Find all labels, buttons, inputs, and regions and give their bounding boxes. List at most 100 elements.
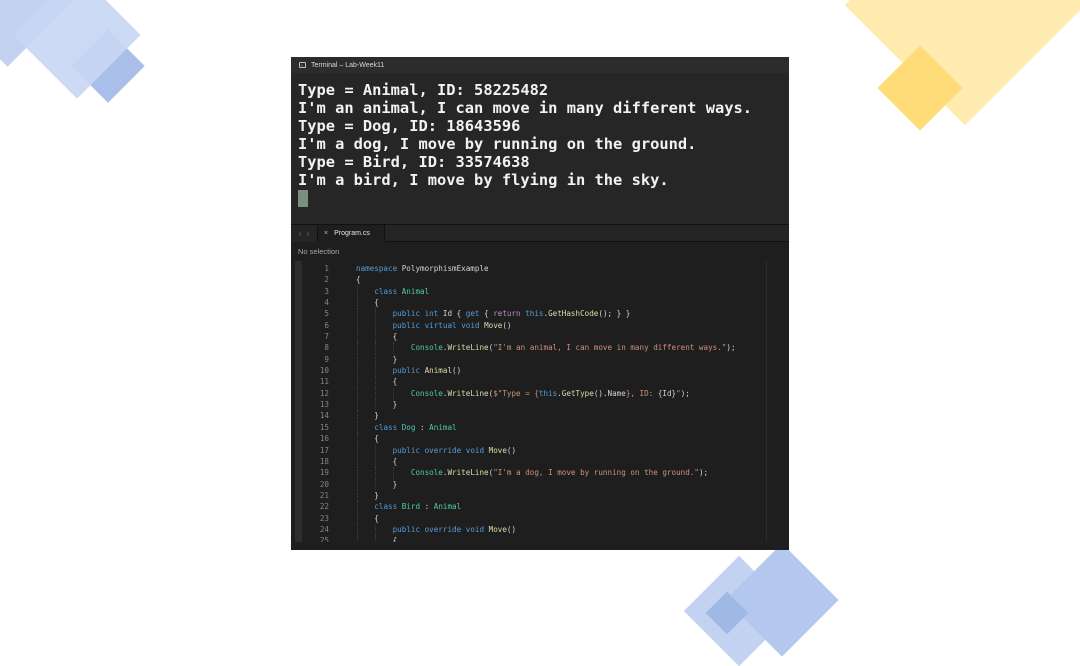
line-number: 9 (324, 354, 329, 364)
line-number: 16 (319, 434, 329, 444)
jump-bar-label: No selection (298, 247, 340, 256)
indent-guide (375, 331, 377, 343)
line-number: 10 (319, 366, 329, 376)
editor-tab-bar: ‹ › × Program.cs (291, 224, 789, 242)
line-number: 22 (319, 502, 329, 512)
line-number: 25 (319, 536, 329, 542)
indent-guide (357, 399, 358, 411)
code-text: class Bird : Animal (374, 502, 462, 512)
terminal-line: Type = Animal, ID: 58225482 (298, 81, 549, 99)
line-number: 1 (324, 264, 329, 273)
code-line: 21 } (291, 489, 379, 502)
code-text: { (356, 332, 398, 342)
indent-guide (375, 365, 377, 377)
line-number: 3 (324, 286, 329, 296)
indent-guide (393, 387, 395, 400)
line-number: 12 (319, 388, 329, 398)
indent-guide (375, 444, 377, 456)
forward-arrow-icon[interactable]: › (307, 229, 310, 238)
code-text: public virtual void Move() (392, 320, 512, 330)
code-text: namespace PolymorphismExample (356, 264, 489, 273)
editor-divider (766, 261, 767, 542)
code-line: 14 } (291, 410, 379, 422)
code-line: 25 { (291, 535, 397, 542)
indent-guide (357, 331, 358, 343)
code-editor[interactable]: 1 namespace PolymorphismExample 2{3 class … (291, 261, 789, 542)
indent-guide (357, 365, 358, 377)
code-text: public int Id { get { return this.GetHas… (392, 309, 631, 319)
line-number: 21 (319, 490, 329, 500)
indent-guide (375, 342, 377, 354)
indent-guide (375, 387, 377, 400)
code-line: 18 { (291, 455, 397, 468)
line-number: 19 (319, 468, 329, 478)
indent-guide (357, 433, 358, 445)
code-line: 8 Console.WriteLine("I'm an animal, I ca… (291, 342, 736, 354)
line-number: 13 (319, 400, 329, 410)
code-text: public Animal() (392, 366, 462, 376)
code-text: { (356, 434, 379, 444)
screenshot-panel: ›_ Terminal – Lab-Week11 Type = Animal, … (291, 57, 789, 550)
indent-guide (357, 489, 358, 502)
code-text: public override void Move() (392, 524, 517, 534)
code-line: 6 public virtual void Move() (291, 319, 512, 332)
indent-guide (375, 535, 377, 542)
indent-guide (375, 376, 377, 388)
code-text: } (356, 479, 398, 489)
code-text: { (356, 456, 398, 466)
code-line: 10 public Animal() (291, 365, 461, 377)
terminal-line: I'm a bird, I move by flying in the sky. (298, 171, 669, 189)
code-line: 11 { (291, 376, 397, 388)
back-arrow-icon[interactable]: ‹ (299, 229, 302, 238)
indent-guide (375, 399, 377, 411)
jump-bar[interactable]: No selection (291, 242, 789, 261)
code-text: { (356, 298, 379, 308)
code-line: 3 class Animal (291, 285, 429, 298)
line-number: 20 (319, 479, 329, 489)
line-number: 18 (319, 456, 329, 466)
indent-guide (357, 342, 358, 354)
terminal-output[interactable]: Type = Animal, ID: 58225482 I'm an anima… (291, 73, 789, 224)
indent-guide (357, 421, 358, 434)
code-line: 2{ (291, 274, 360, 285)
close-tab-icon[interactable]: × (324, 230, 328, 237)
code-text: Console.WriteLine("I'm an animal, I can … (410, 343, 736, 353)
code-line: 13 } (291, 399, 397, 411)
code-line: 22 class Bird : Animal (291, 501, 461, 513)
code-text: public override void Move() (392, 445, 517, 455)
indent-guide (357, 376, 358, 388)
indent-guide (375, 478, 377, 490)
code-line: 24 public override void Move() (291, 523, 516, 536)
code-text: class Dog : Animal (374, 422, 457, 432)
code-line: 12 Console.WriteLine($"Type = {this.GetT… (291, 387, 690, 400)
terminal-cursor (298, 190, 308, 207)
line-number: 6 (324, 320, 329, 330)
terminal-line: Type = Bird, ID: 33574638 (298, 153, 530, 171)
line-number: 24 (319, 524, 329, 534)
code-text: } (356, 354, 398, 364)
indent-guide (357, 467, 358, 479)
indent-guide (357, 535, 358, 542)
indent-guide (357, 308, 358, 320)
code-text: { (356, 536, 398, 542)
terminal-line: Type = Dog, ID: 18643596 (298, 117, 521, 135)
indent-guide (357, 353, 358, 366)
code-text: Console.WriteLine("I'm a dog, I move by … (410, 468, 709, 478)
line-number: 23 (319, 513, 329, 523)
tab-program-cs[interactable]: × Program.cs (317, 225, 385, 242)
nav-arrows: ‹ › (291, 225, 317, 242)
code-line: 23 { (291, 512, 379, 524)
indent-guide (357, 512, 358, 524)
code-line: 7 { (291, 331, 397, 343)
code-text: { (356, 275, 361, 285)
code-line: 20 } (291, 478, 397, 490)
line-number: 2 (324, 275, 329, 285)
code-line: 1 namespace PolymorphismExample (291, 263, 488, 274)
line-number: 11 (319, 377, 329, 387)
code-line: 15 class Dog : Animal (291, 421, 457, 434)
indent-guide (357, 319, 358, 332)
indent-guide (357, 478, 358, 490)
indent-guide (375, 467, 377, 479)
code-area[interactable]: 1 namespace PolymorphismExample 2{3 class … (291, 263, 736, 542)
line-number: 5 (324, 309, 329, 319)
